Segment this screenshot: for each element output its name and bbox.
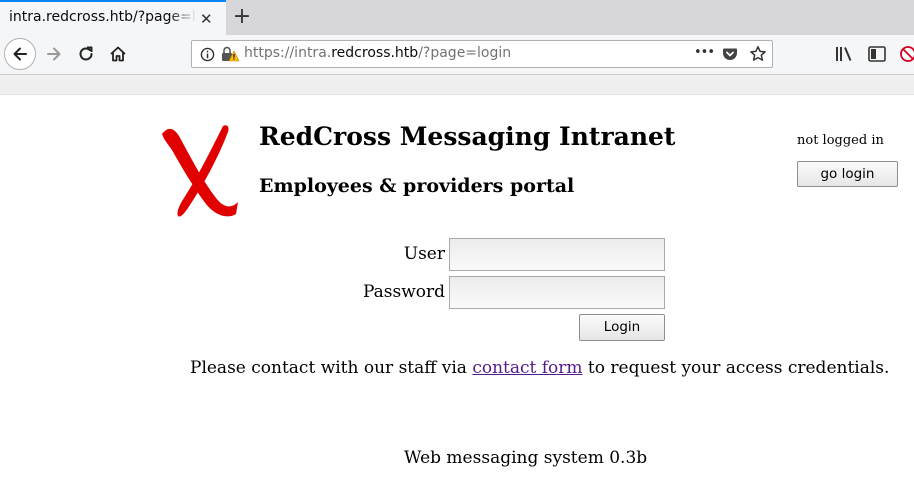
contact-text-after: to request your access credentials. [582,358,890,378]
navigation-toolbar: https://intra.redcross.htb/?page=login •… [0,35,914,75]
tab-active[interactable]: intra.redcross.htb/?page=login ✕ [0,0,226,35]
page-title: RedCross Messaging Intranet [259,122,676,151]
sidebar-icon[interactable] [868,46,886,62]
back-arrow-icon [13,47,27,61]
contact-text-before: Please contact with our staff via [190,358,473,378]
password-input[interactable] [449,276,665,309]
footer-version: Web messaging system 0.3b [404,448,648,468]
forward-arrow-icon [47,47,61,61]
blocked-extension-icon[interactable] [899,45,914,63]
reload-button[interactable] [75,43,97,65]
go-login-button[interactable]: go login [797,161,898,187]
forward-button[interactable] [43,43,65,65]
pocket-icon[interactable] [722,46,738,62]
tab-strip: intra.redcross.htb/?page=login ✕ + [0,0,914,35]
home-button[interactable] [107,43,129,65]
contact-message: Please contact with our staff via contac… [190,358,889,378]
url-text[interactable]: https://intra.redcross.htb/?page=login [244,45,511,61]
home-icon [110,46,126,62]
login-status: not logged in [797,133,884,148]
page-top-strip [0,75,914,95]
tab-title: intra.redcross.htb/?page=login [9,9,197,25]
close-tab-icon[interactable]: ✕ [200,10,213,28]
user-input[interactable] [449,238,665,271]
contact-form-link[interactable]: contact form [472,358,582,378]
login-button[interactable]: Login [579,314,665,341]
password-label: Password [362,282,445,302]
info-icon[interactable] [200,47,215,62]
page-actions-icon[interactable]: ••• [694,45,715,60]
address-bar[interactable]: https://intra.redcross.htb/?page=login •… [191,40,773,68]
bookmark-star-icon[interactable] [749,45,767,63]
insecure-lock-icon[interactable] [220,45,240,63]
page-subtitle: Employees & providers portal [259,175,575,197]
reload-icon [79,46,93,61]
url-prefix: https://intra. [244,45,332,61]
url-path: /?page=login [418,45,512,61]
back-button[interactable] [4,38,36,70]
library-icon[interactable] [835,46,853,62]
redcross-logo-icon [162,125,238,217]
new-tab-button[interactable]: + [229,3,255,31]
user-label: User [403,244,445,264]
url-domain: redcross.htb [331,45,419,61]
